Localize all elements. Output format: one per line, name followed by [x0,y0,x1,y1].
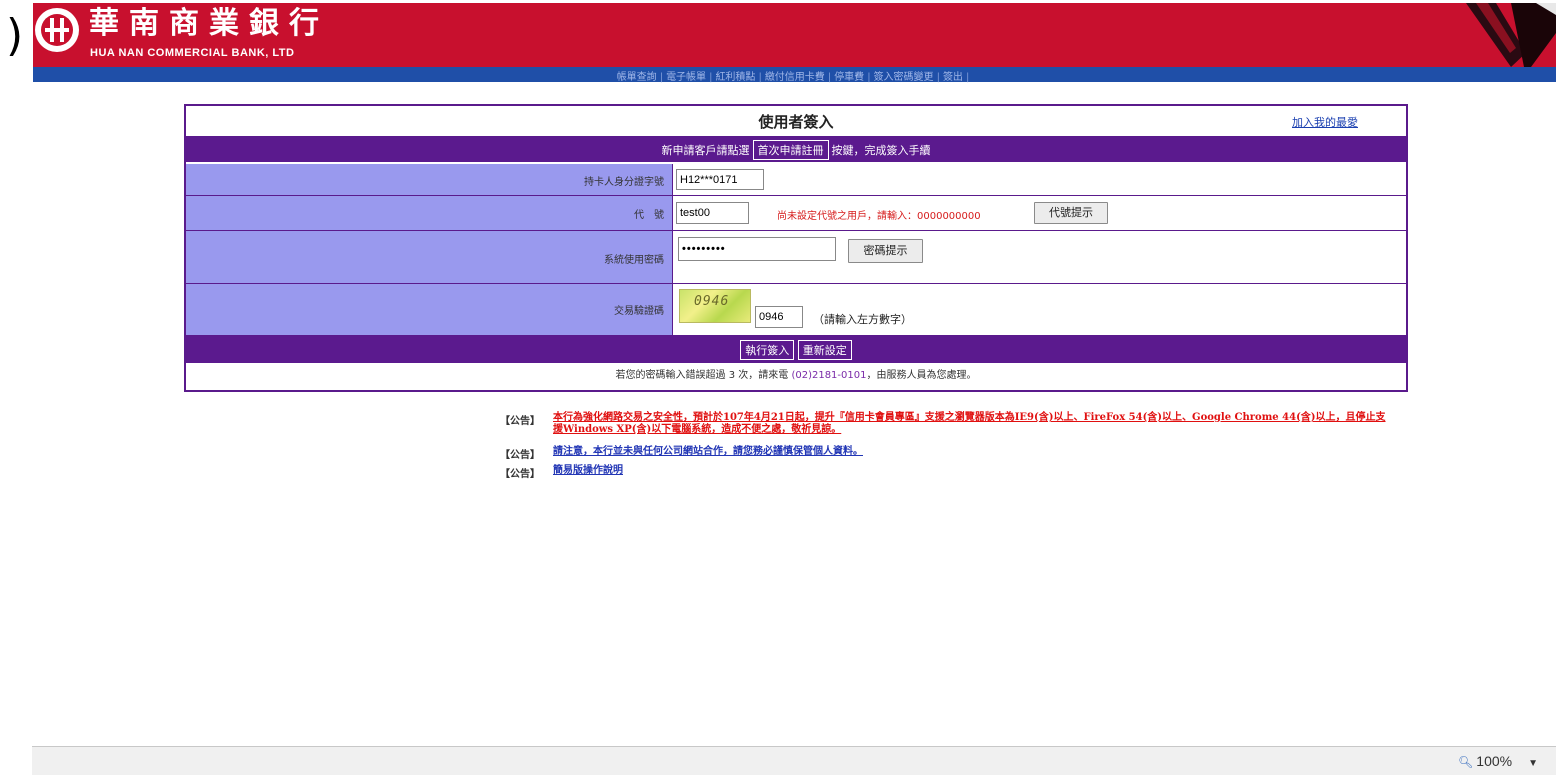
service-phone: (02)2181-0101 [791,370,867,381]
first-apply-button[interactable]: 首次申請註冊 [752,140,829,160]
announcement-tag: 【公告】 [500,450,540,461]
login-actions-row: 執行簽入 重新設定 [186,336,1406,363]
password-field-row: 系統使用密碼 密碼提示 [186,231,1406,284]
nav-link[interactable]: 停車費 [834,72,864,83]
id-field-row: 持卡人身分證字號 [186,164,1406,196]
captcha-field-row: 交易驗證碼 0946 （請輸入左方數字） [186,284,1406,336]
hua-nan-logo-icon [35,8,79,52]
browser-status-bar: 🔍︎ 100% ▼ [32,746,1556,775]
nav-separator: | [827,72,832,83]
captcha-label-cell: 交易驗證碼 [186,284,673,335]
captcha-image: 0946 [679,289,751,323]
zoom-level: 100% [1476,753,1513,769]
id-label-cell: 持卡人身分證字號 [186,164,673,195]
password-input[interactable] [678,237,836,261]
code-input[interactable] [676,202,749,224]
dropdown-arrow-icon[interactable]: ▼ [1528,758,1538,769]
nav-separator: | [965,72,970,83]
login-title-row: 使用者簽入 加入我的最愛 [186,106,1406,137]
nav-link[interactable]: 簽出 [943,72,963,83]
new-user-notice-row: 新申請客戶請點選 首次申請註冊 按鍵，完成簽入手續 [186,137,1406,162]
id-label: 持卡人身分證字號 [584,177,664,188]
nav-separator: | [709,72,713,83]
bank-name-chinese: 華南商業銀行 [89,6,329,41]
captcha-label: 交易驗證碼 [614,306,664,317]
id-input[interactable] [676,169,764,190]
nav-separator: | [867,72,871,83]
nav-link[interactable]: 簽入密碼變更 [874,72,934,83]
login-title: 使用者簽入 [758,113,834,131]
password-label-cell: 系統使用密碼 [186,231,673,283]
captcha-input[interactable] [755,306,803,328]
code-hint-button[interactable]: 代號提示 [1034,202,1108,224]
password-hint-button[interactable]: 密碼提示 [848,239,923,263]
bank-name-english: HUA NAN COMMERCIAL BANK, LTD [90,47,295,59]
announcement-privacy-link[interactable]: 請注意，本行並未與任何公司網站合作，請您務必謹慎保管個人資料。 [553,446,1390,458]
bank-header: 華南商業銀行 HUA NAN COMMERCIAL BANK, LTD [33,3,1556,67]
footer-text-after: ，由服務人員為您處理。 [866,370,977,381]
announcement-browser-support-link[interactable]: 本行為強化網路交易之安全性，預計於107年4月21日起，提升『信用卡會員專區』支… [553,412,1390,436]
captcha-image-text: 0946 [694,294,730,309]
nav-separator: | [758,72,762,83]
nav-link[interactable]: 紅利積點 [715,72,755,83]
header-decoration-icon [1466,3,1556,67]
code-warning-text: 尚未設定代號之用戶，請輸入：0000000000 [777,211,981,222]
zoom-control[interactable]: 🔍︎ 100% ▼ [1458,753,1538,769]
add-favorites-link[interactable]: 加入我的最愛 [1292,114,1358,130]
submit-login-button[interactable]: 執行簽入 [740,340,795,360]
login-footer-note: 若您的密碼輸入錯誤超過 3 次，請來電 (02)2181-0101，由服務人員為… [186,364,1406,388]
announcement-tag: 【公告】 [500,469,540,480]
nav-separator: | [936,72,940,83]
notice-text-after: 按鍵，完成簽入手續 [831,144,931,157]
footer-text-before: 若您的密碼輸入錯誤超過 3 次，請來電 [615,370,789,381]
login-panel: 使用者簽入 加入我的最愛 新申請客戶請點選 首次申請註冊 按鍵，完成簽入手續 持卡人… [184,104,1408,392]
nav-separator: | [659,72,664,83]
notice-text-before: 新申請客戶請點選 [661,144,750,157]
announcement-guide-link[interactable]: 簡易版操作說明 [553,465,1390,477]
nav-link[interactable]: 帳單查詢 [617,72,657,83]
top-nav-links: 帳單查詢 | 電子帳單 | 紅利積點 | 繳付信用卡費 | 停車費 | 簽入密碼變更 | 簽出 | [33,68,1556,83]
announcement-tag: 【公告】 [500,416,540,427]
magnifier-icon: 🔍︎ [1458,755,1474,769]
password-label: 系統使用密碼 [604,255,664,266]
code-label: 代 號 [634,210,664,221]
captcha-hint: （請輸入左方數字） [813,313,912,326]
code-label-cell: 代 號 [186,196,673,230]
nav-link[interactable]: 電子帳單 [666,72,706,83]
top-nav-bar: 帳單查詢 | 電子帳單 | 紅利積點 | 繳付信用卡費 | 停車費 | 簽入密碼變更 | 簽出 | [33,67,1556,83]
reset-button[interactable]: 重新設定 [797,340,852,360]
stray-paren-glyph: ) [6,10,24,61]
nav-link[interactable]: 繳付信用卡費 [765,72,825,83]
code-field-row: 代 號 尚未設定代號之用戶，請輸入：0000000000 代號提示 [186,196,1406,231]
